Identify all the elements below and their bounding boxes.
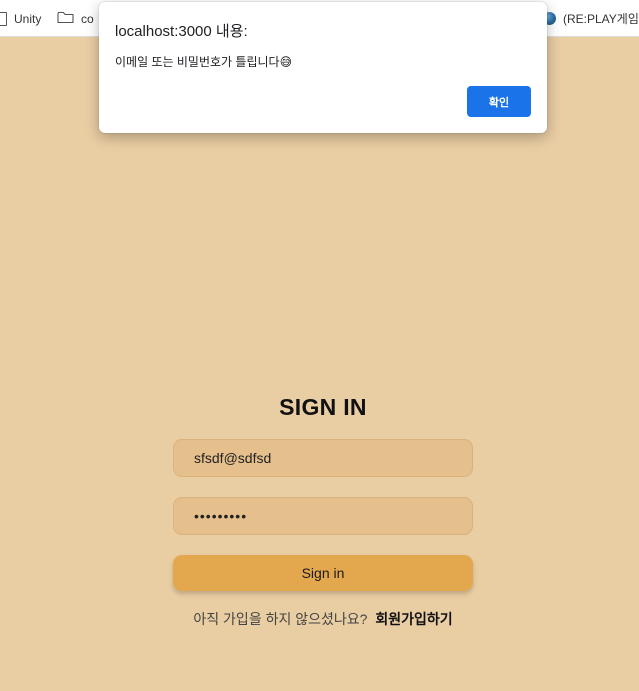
alert-title: localhost:3000 내용: [115, 23, 248, 40]
bookmark-replay[interactable]: (RE:PLAY게임 [543, 0, 639, 37]
signup-row: 아직 가입을 하지 않으셨나요? 회원가입하기 [0, 609, 639, 629]
alert-message: 이메일 또는 비밀번호가 틀립니다😅 [115, 55, 293, 69]
ok-button[interactable]: 확인 [467, 86, 531, 117]
bookmark-label: co [81, 11, 94, 26]
password-field[interactable] [173, 497, 473, 535]
alert-dialog: localhost:3000 내용: 이메일 또는 비밀번호가 틀립니다😅 확인 [99, 2, 547, 133]
email-field[interactable] [173, 439, 473, 477]
signup-prompt: 아직 가입을 하지 않으셨나요? [193, 611, 368, 627]
bookmark-folder[interactable]: co [57, 0, 94, 37]
signin-title: SIGN IN [279, 394, 367, 420]
folder-icon [57, 11, 74, 27]
bookmark-label: (RE:PLAY게임 [563, 12, 639, 26]
bookmark-label: Unity [14, 11, 42, 26]
signin-button[interactable]: Sign in [173, 555, 473, 591]
signup-link[interactable]: 회원가입하기 [375, 611, 452, 627]
bookmark-unity[interactable]: Unity [0, 0, 41, 37]
page-icon [0, 11, 7, 26]
